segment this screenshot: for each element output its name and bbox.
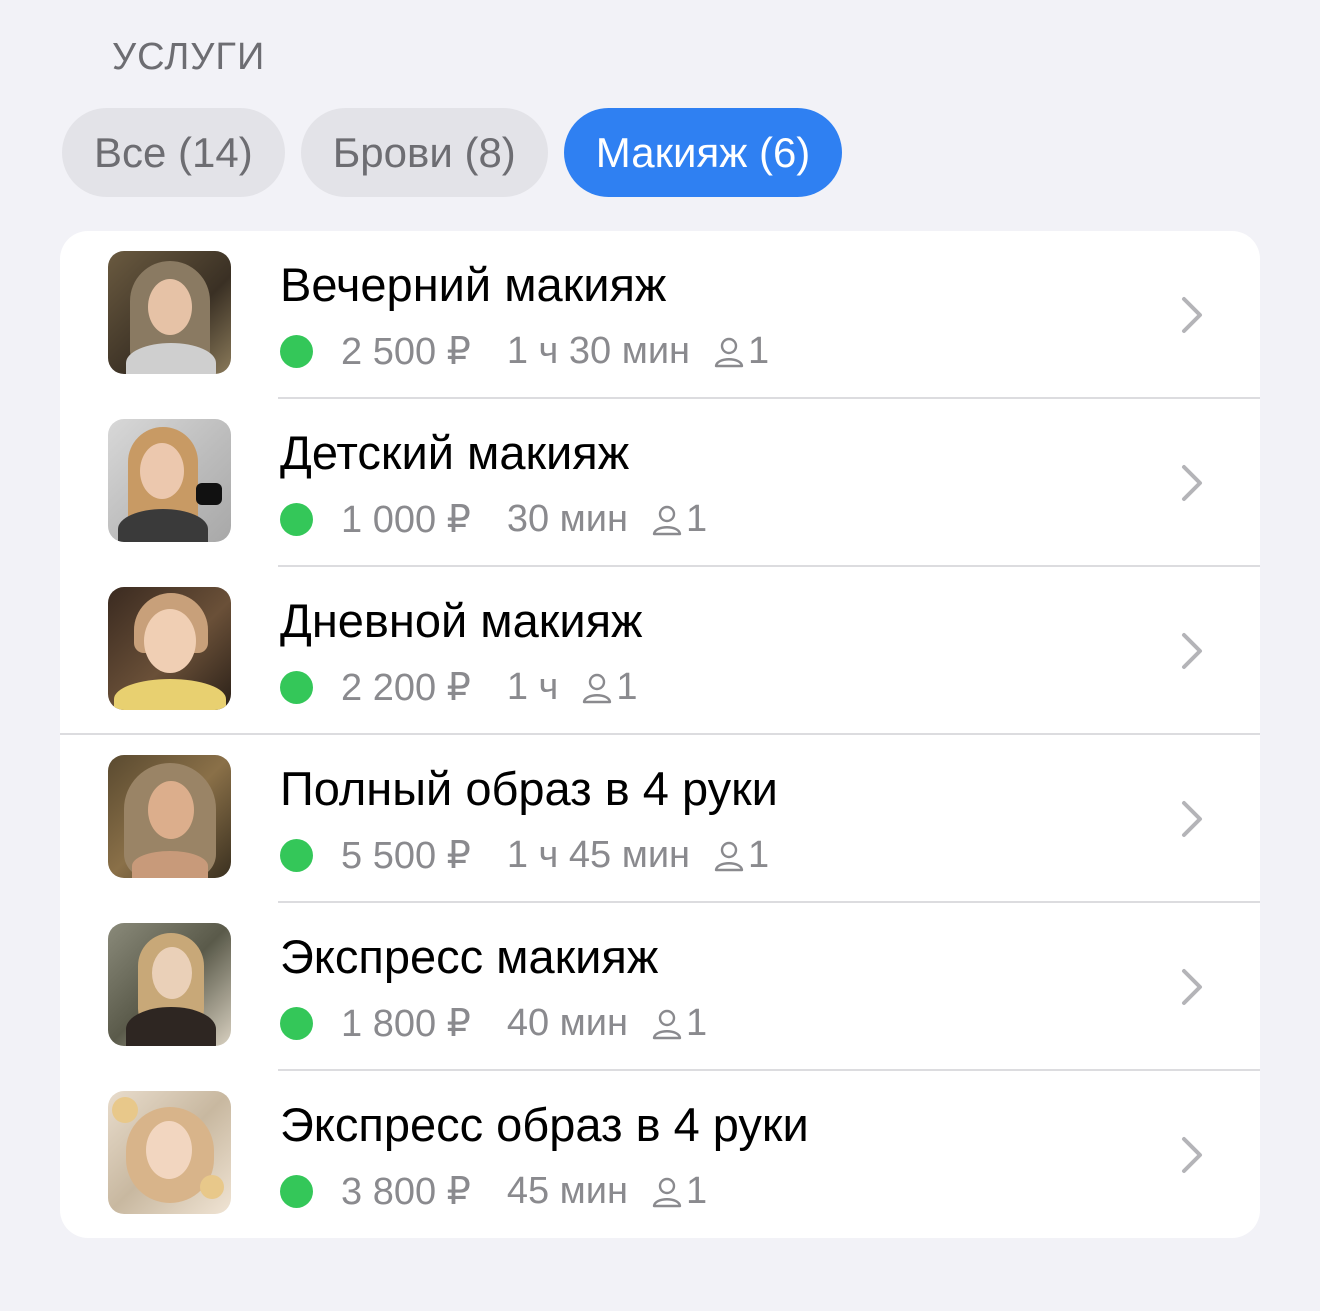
- status-dot-icon: [280, 503, 313, 536]
- service-meta: 2 200 ₽ 1 ч 1: [280, 665, 637, 710]
- service-row-kids-makeup[interactable]: Детский макияж 1 000 ₽ 30 мин 1: [60, 399, 1260, 567]
- service-thumbnail: [108, 923, 231, 1046]
- service-people-count: 1: [616, 666, 638, 708]
- service-row-express-makeup[interactable]: Экспресс макияж 1 800 ₽ 40 мин 1: [60, 903, 1260, 1071]
- status-dot-icon: [280, 839, 313, 872]
- service-people-count: 1: [748, 834, 770, 876]
- service-duration: 1 ч: [506, 666, 559, 708]
- service-duration: 40 мин: [506, 1002, 628, 1044]
- service-price: 3 800 ₽: [341, 1171, 471, 1213]
- chevron-right-icon: [1182, 969, 1202, 1005]
- person-icon: [583, 673, 612, 703]
- category-filter-bar: Все (14) Брови (8) Макияж (6): [62, 108, 843, 197]
- chevron-right-icon: [1182, 801, 1202, 837]
- chevron-right-icon: [1182, 1137, 1202, 1173]
- service-meta: 1 800 ₽ 40 мин 1: [280, 1001, 707, 1046]
- service-title: Детский макияж: [280, 426, 630, 479]
- chevron-right-icon: [1182, 297, 1202, 333]
- section-title: УСЛУГИ: [112, 36, 266, 78]
- person-icon: [652, 1177, 682, 1207]
- service-price: 1 800 ₽: [341, 1003, 471, 1045]
- service-meta: 2 500 ₽ 1 ч 30 мин 1: [280, 329, 769, 374]
- service-price: 1 000 ₽: [341, 499, 471, 541]
- service-row-day-makeup[interactable]: Дневной макияж 2 200 ₽ 1 ч 1: [60, 567, 1260, 735]
- service-duration: 1 ч 45 мин: [506, 834, 691, 876]
- service-price: 2 200 ₽: [341, 667, 471, 709]
- service-meta: 5 500 ₽ 1 ч 45 мин 1: [280, 833, 769, 878]
- status-dot-icon: [280, 1175, 313, 1208]
- service-people-count: 1: [686, 498, 708, 540]
- service-price: 5 500 ₽: [341, 835, 471, 877]
- service-people-count: 1: [686, 1170, 708, 1212]
- status-dot-icon: [280, 1007, 313, 1040]
- service-title: Экспресс макияж: [280, 930, 659, 983]
- status-dot-icon: [280, 671, 313, 704]
- service-thumbnail: [108, 419, 231, 542]
- service-price: 2 500 ₽: [341, 331, 471, 373]
- service-people-count: 1: [748, 330, 770, 372]
- filter-chip-makeup[interactable]: Макияж (6): [563, 108, 843, 197]
- service-title: Экспресс образ в 4 руки: [280, 1098, 809, 1151]
- person-icon: [714, 337, 744, 367]
- status-dot-icon: [280, 335, 313, 368]
- filter-chip-brows[interactable]: Брови (8): [300, 108, 548, 197]
- person-icon: [714, 841, 744, 871]
- filter-chip-all[interactable]: Все (14): [62, 108, 285, 197]
- chevron-right-icon: [1182, 633, 1202, 669]
- service-duration: 45 мин: [506, 1170, 628, 1212]
- person-icon: [652, 505, 682, 535]
- service-duration: 30 мин: [506, 498, 628, 540]
- services-list: Вечерний макияж 2 500 ₽ 1 ч 30 мин 1 Дет…: [60, 231, 1260, 1238]
- service-thumbnail: [108, 1091, 231, 1214]
- service-meta: 1 000 ₽ 30 мин 1: [280, 497, 707, 542]
- person-icon: [652, 1009, 682, 1039]
- service-people-count: 1: [686, 1002, 708, 1044]
- service-row-full-look-4-hands[interactable]: Полный образ в 4 руки 5 500 ₽ 1 ч 45 мин…: [60, 735, 1260, 903]
- service-title: Вечерний макияж: [280, 258, 667, 311]
- chevron-right-icon: [1182, 465, 1202, 501]
- service-duration: 1 ч 30 мин: [506, 330, 691, 372]
- service-thumbnail: [108, 251, 231, 374]
- service-title: Полный образ в 4 руки: [280, 762, 778, 815]
- service-row-express-look-4-hands[interactable]: Экспресс образ в 4 руки 3 800 ₽ 45 мин 1: [60, 1071, 1260, 1238]
- service-title: Дневной макияж: [280, 594, 643, 647]
- service-thumbnail: [108, 755, 231, 878]
- service-meta: 3 800 ₽ 45 мин 1: [280, 1169, 707, 1214]
- service-row-evening-makeup[interactable]: Вечерний макияж 2 500 ₽ 1 ч 30 мин 1: [60, 231, 1260, 399]
- service-thumbnail: [108, 587, 231, 710]
